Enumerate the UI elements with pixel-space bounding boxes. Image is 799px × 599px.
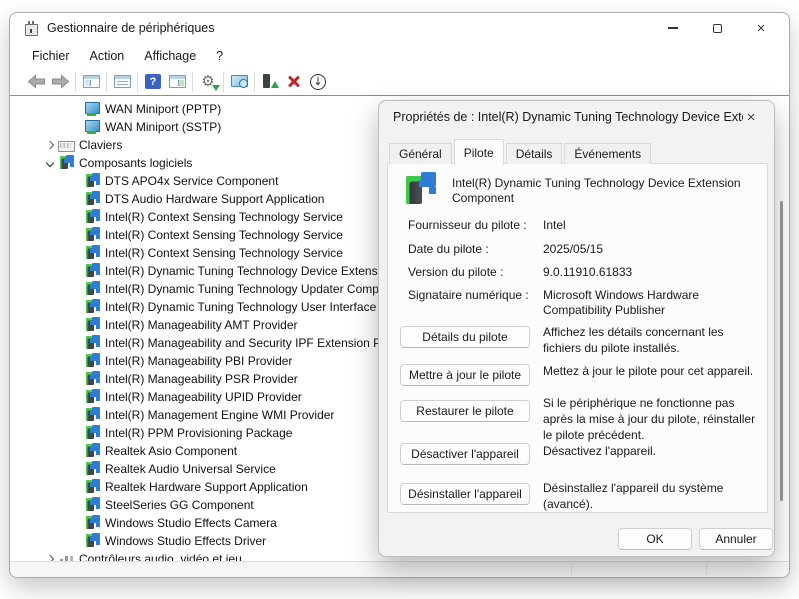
software-component-icon: [84, 371, 100, 387]
maximize-button[interactable]: [695, 13, 739, 43]
driver-provider-value: Intel: [543, 218, 761, 233]
software-component-icon: [84, 281, 100, 297]
show-console-tree-icon[interactable]: [79, 71, 103, 93]
software-component-icon: [84, 335, 100, 351]
maximize-icon: [713, 24, 722, 33]
dialog-tabs: Général Pilote Détails Événements: [389, 138, 653, 164]
software-component-icon: [84, 299, 100, 315]
software-component-icon: [84, 479, 100, 495]
update-driver-settings-icon[interactable]: ⚙: [196, 71, 220, 93]
digital-signer-label: Signataire numérique :: [408, 288, 543, 302]
driver-tab-page: Intel(R) Dynamic Tuning Technology Devic…: [387, 163, 768, 513]
back-icon[interactable]: [24, 71, 48, 93]
status-bar-divider: [706, 564, 707, 575]
disable-device-description: Désactivez l'appareil.: [543, 443, 761, 459]
software-component-icon: [84, 497, 100, 513]
properties-icon[interactable]: [110, 71, 134, 93]
dialog-title: Propriétés de : Intel(R) Dynamic Tuning …: [393, 110, 743, 124]
tab-general[interactable]: Général: [389, 143, 452, 164]
device-manager-app-icon: [23, 21, 38, 35]
chevron-collapsed-icon[interactable]: [42, 137, 58, 153]
network-adapter-icon: [84, 101, 100, 117]
ok-button[interactable]: OK: [618, 528, 692, 550]
tab-details[interactable]: Détails: [506, 143, 563, 164]
action-pane-icon[interactable]: [165, 71, 189, 93]
uninstall-device-description: Désinstallez l'appareil du système (avan…: [543, 480, 761, 512]
roll-back-driver-description: Si le périphérique ne fonctionne pas apr…: [543, 395, 761, 443]
software-component-icon: [84, 353, 100, 369]
driver-version-label: Version du pilote :: [408, 265, 543, 279]
software-component-icon: [84, 227, 100, 243]
disable-device-icon[interactable]: ↓: [306, 71, 330, 93]
software-component-icon: [84, 317, 100, 333]
minimize-button[interactable]: [651, 13, 695, 43]
software-component-icon: [84, 407, 100, 423]
software-component-icon: [84, 209, 100, 225]
title-bar: Gestionnaire de périphériques ×: [10, 13, 789, 43]
toolbar-separator: [106, 72, 107, 92]
software-component-icon: [84, 263, 100, 279]
software-component-icon: [402, 172, 438, 208]
roll-back-driver-button[interactable]: Restaurer le pilote: [400, 400, 530, 422]
minimize-icon: [668, 27, 678, 29]
software-component-icon: [84, 425, 100, 441]
tab-pilote[interactable]: Pilote: [454, 139, 504, 165]
driver-date-label: Date du pilote :: [408, 242, 543, 256]
update-driver-icon[interactable]: [258, 71, 282, 93]
help-icon[interactable]: ?: [141, 71, 165, 93]
software-component-icon: [84, 389, 100, 405]
window-controls: ×: [651, 13, 783, 43]
software-component-icon: [84, 191, 100, 207]
driver-date-value: 2025/05/15: [543, 242, 761, 257]
network-adapter-icon: [84, 119, 100, 135]
software-component-icon: [84, 173, 100, 189]
digital-signer-value: Microsoft Windows Hardware Compatibility…: [543, 288, 761, 318]
update-driver-description: Mettez à jour le pilote pour cet apparei…: [543, 363, 761, 379]
keyboard-icon: [58, 137, 74, 153]
toolbar-separator: [254, 72, 255, 92]
tab-evenements[interactable]: Événements: [564, 143, 651, 164]
dialog-close-button[interactable]: ×: [740, 107, 762, 127]
screen: Gestionnaire de périphériques × Fichier …: [0, 0, 799, 599]
close-icon: ×: [747, 109, 756, 126]
software-component-icon: [84, 515, 100, 531]
toolbar-separator: [137, 72, 138, 92]
scan-hardware-changes-icon[interactable]: [227, 71, 251, 93]
software-component-icon: [84, 443, 100, 459]
menu-bar: Fichier Action Affichage ?: [10, 44, 789, 68]
toolbar-separator: [192, 72, 193, 92]
forward-icon[interactable]: [48, 71, 72, 93]
toolbar: ? ⚙ ↓: [10, 68, 789, 95]
status-bar-divider: [571, 564, 572, 575]
software-component-icon: [84, 533, 100, 549]
chevron-expanded-icon[interactable]: [42, 155, 58, 171]
software-component-icon: [84, 245, 100, 261]
menu-action[interactable]: Action: [80, 46, 135, 66]
software-component-icon: [58, 155, 74, 171]
uninstall-device-icon[interactable]: [282, 71, 306, 93]
menu-fichier[interactable]: Fichier: [23, 46, 80, 66]
software-component-icon: [84, 461, 100, 477]
cancel-button[interactable]: Annuler: [699, 528, 773, 550]
status-bar: [10, 561, 789, 577]
menu-help[interactable]: ?: [206, 46, 233, 66]
driver-details-description: Affichez les détails concernant les fich…: [543, 324, 761, 356]
close-icon: ×: [757, 21, 766, 36]
toolbar-separator: [223, 72, 224, 92]
update-driver-button[interactable]: Mettre à jour le pilote: [400, 364, 530, 386]
properties-dialog: Propriétés de : Intel(R) Dynamic Tuning …: [378, 100, 775, 557]
menu-affichage[interactable]: Affichage: [134, 46, 206, 66]
driver-provider-label: Fournisseur du pilote :: [408, 218, 543, 232]
uninstall-device-button[interactable]: Désinstaller l'appareil: [400, 483, 530, 505]
disable-device-button[interactable]: Désactiver l'appareil: [400, 443, 530, 465]
toolbar-separator: [75, 72, 76, 92]
close-button[interactable]: ×: [739, 13, 783, 43]
driver-version-value: 9.0.11910.61833: [543, 265, 761, 280]
driver-details-button[interactable]: Détails du pilote: [400, 326, 530, 348]
device-name: Intel(R) Dynamic Tuning Technology Devic…: [452, 176, 757, 206]
window-title: Gestionnaire de périphériques: [47, 21, 214, 35]
